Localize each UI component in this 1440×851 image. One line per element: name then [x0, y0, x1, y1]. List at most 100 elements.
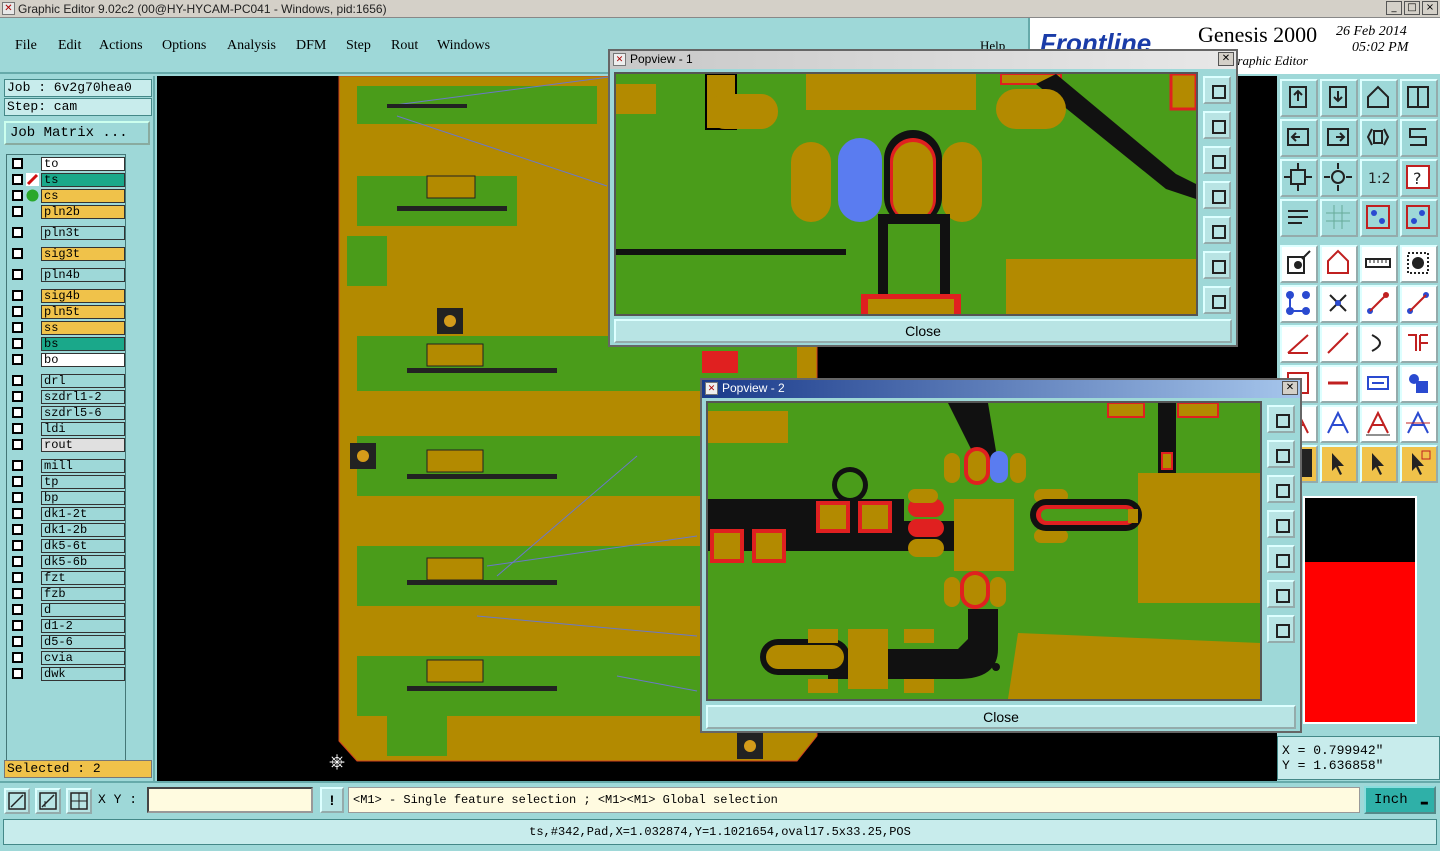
- popview-zoom-out-icon[interactable]: [1267, 615, 1295, 643]
- menu-file[interactable]: File: [15, 38, 37, 54]
- menu-actions[interactable]: Actions: [99, 38, 143, 54]
- layer-name[interactable]: bs: [41, 337, 125, 351]
- layer-row-bo[interactable]: bo: [9, 353, 125, 367]
- layer-name[interactable]: sig3t: [41, 247, 125, 261]
- net-highlight-2-icon[interactable]: [1400, 199, 1438, 237]
- layer-checkbox[interactable]: [12, 668, 23, 679]
- menu-analysis[interactable]: Analysis: [227, 38, 276, 54]
- menu-rout[interactable]: Rout: [391, 38, 418, 54]
- tools-icon[interactable]: [1280, 199, 1318, 237]
- layer-name[interactable]: sig4b: [41, 289, 125, 303]
- layer-checkbox[interactable]: [12, 508, 23, 519]
- measure-icon[interactable]: [35, 788, 61, 814]
- text-a-red-icon[interactable]: [1320, 405, 1358, 443]
- layer-name[interactable]: dk5-6t: [41, 539, 125, 553]
- line-icon[interactable]: [1320, 325, 1358, 363]
- route-connect-icon[interactable]: [1360, 285, 1398, 323]
- menu-edit[interactable]: Edit: [58, 38, 81, 54]
- zoom-extents-icon[interactable]: [1280, 159, 1318, 197]
- layer-checkbox[interactable]: [12, 620, 23, 631]
- layer-checkbox[interactable]: [12, 636, 23, 647]
- layer-name[interactable]: ts: [41, 173, 125, 187]
- popview-pan-right-icon[interactable]: [1203, 216, 1231, 244]
- popview-2-close-icon[interactable]: ✕: [1282, 381, 1298, 395]
- layer-name[interactable]: ss: [41, 321, 125, 335]
- popview-2-view[interactable]: [706, 401, 1262, 701]
- layer-row-dk1-2t[interactable]: dk1-2t: [9, 507, 125, 521]
- layer-row-pln3t[interactable]: pln3t: [9, 226, 125, 240]
- popview-pan-up-icon[interactable]: [1203, 111, 1231, 139]
- layer-row-d[interactable]: d: [9, 603, 125, 617]
- layer-checkbox[interactable]: [12, 354, 23, 365]
- layer-checkbox[interactable]: [12, 524, 23, 535]
- layer-name[interactable]: pln4b: [41, 268, 125, 282]
- popview-zoom-fit-icon[interactable]: [1203, 76, 1231, 104]
- layer-checkbox[interactable]: [12, 248, 23, 259]
- layer-checkbox[interactable]: [12, 322, 23, 333]
- layer-row-to[interactable]: to: [9, 157, 125, 171]
- popview-1-view[interactable]: [614, 72, 1198, 316]
- layer-name[interactable]: fzt: [41, 571, 125, 585]
- menu-windows[interactable]: Windows: [437, 38, 490, 54]
- popview-1-close-button[interactable]: Close: [614, 319, 1232, 343]
- text-a-strike-icon[interactable]: [1400, 405, 1438, 443]
- layer-checkbox[interactable]: [12, 375, 23, 386]
- layer-name[interactable]: mill: [41, 459, 125, 473]
- layer-row-cs[interactable]: cs: [9, 189, 125, 203]
- home-icon[interactable]: [1360, 79, 1398, 117]
- layer-row-ldi[interactable]: ldi: [9, 422, 125, 436]
- layer-row-cvia[interactable]: cvia: [9, 651, 125, 665]
- mirror-icon[interactable]: [1360, 119, 1398, 157]
- layer-row-rout[interactable]: rout: [9, 438, 125, 452]
- popview-pan-up-icon[interactable]: [1267, 440, 1295, 468]
- split-view-icon[interactable]: [1400, 79, 1438, 117]
- layer-name[interactable]: pln3t: [41, 226, 125, 240]
- layer-row-dk5-6b[interactable]: dk5-6b: [9, 555, 125, 569]
- help-icon[interactable]: ?: [1400, 159, 1438, 197]
- layer-checkbox[interactable]: [12, 227, 23, 238]
- close-window-button[interactable]: ×: [1422, 1, 1438, 15]
- connect-pads-icon[interactable]: [1280, 285, 1318, 323]
- layer-checkbox[interactable]: [12, 439, 23, 450]
- layer-name[interactable]: to: [41, 157, 125, 171]
- arc-icon[interactable]: [1360, 325, 1398, 363]
- text-a-line-icon[interactable]: [1360, 405, 1398, 443]
- zoom-center-icon[interactable]: [1320, 159, 1358, 197]
- grid-view-icon[interactable]: [1320, 199, 1358, 237]
- popview-pan-down-icon[interactable]: [1267, 475, 1295, 503]
- select-region-icon[interactable]: [1320, 245, 1358, 283]
- layer-row-pln5t[interactable]: pln5t: [9, 305, 125, 319]
- layer-name[interactable]: tp: [41, 475, 125, 489]
- pointer-select-icon[interactable]: [1360, 445, 1398, 483]
- layer-checkbox[interactable]: [12, 476, 23, 487]
- popview-pan-left-icon[interactable]: [1267, 510, 1295, 538]
- layer-checkbox[interactable]: [12, 206, 23, 217]
- layer-name[interactable]: cs: [41, 189, 125, 203]
- layer-name[interactable]: bp: [41, 491, 125, 505]
- layer-name[interactable]: cvia: [41, 651, 125, 665]
- layer-checkbox[interactable]: [12, 423, 23, 434]
- layer-checkbox[interactable]: [12, 407, 23, 418]
- minimize-button[interactable]: _: [1386, 1, 1402, 15]
- layer-checkbox[interactable]: [12, 158, 23, 169]
- layer-row-pln2b[interactable]: pln2b: [9, 205, 125, 219]
- net-highlight-icon[interactable]: [1360, 199, 1398, 237]
- fit-icon[interactable]: [1360, 365, 1398, 403]
- layer-checkbox[interactable]: [12, 460, 23, 471]
- home-down-icon[interactable]: [1320, 79, 1358, 117]
- layer-row-dk5-6t[interactable]: dk5-6t: [9, 539, 125, 553]
- layer-name[interactable]: rout: [41, 438, 125, 452]
- grid-icon[interactable]: [66, 788, 92, 814]
- layer-checkbox[interactable]: [12, 588, 23, 599]
- layer-row-sig4b[interactable]: sig4b: [9, 289, 125, 303]
- xy-input[interactable]: [147, 787, 313, 813]
- minus-icon[interactable]: [1320, 365, 1358, 403]
- zoom-window-icon[interactable]: [4, 788, 30, 814]
- layer-checkbox[interactable]: [12, 391, 23, 402]
- layer-row-szdrl5-6[interactable]: szdrl5-6: [9, 406, 125, 420]
- layer-row-fzb[interactable]: fzb: [9, 587, 125, 601]
- group-icon[interactable]: [1400, 365, 1438, 403]
- layer-name[interactable]: d5-6: [41, 635, 125, 649]
- popview-1-close-icon[interactable]: ✕: [1218, 52, 1234, 66]
- pan-right-icon[interactable]: [1320, 119, 1358, 157]
